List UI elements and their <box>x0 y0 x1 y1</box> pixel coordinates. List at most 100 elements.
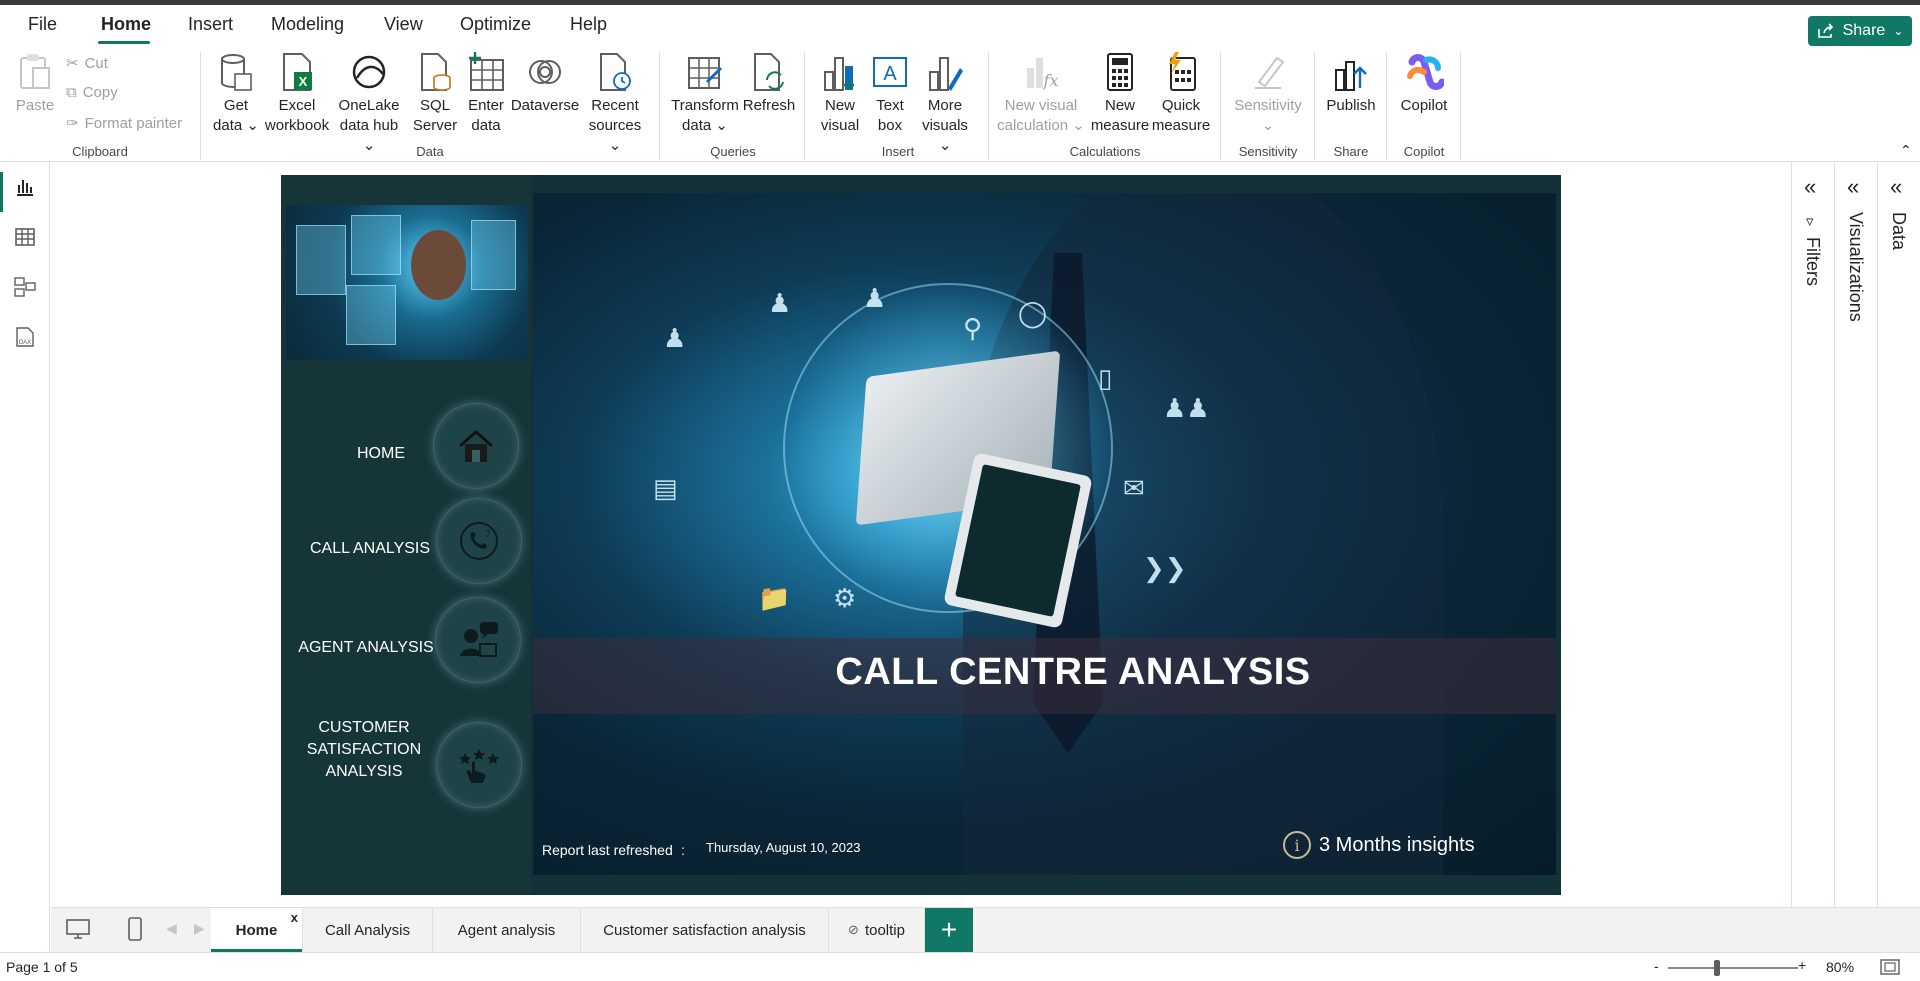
ribbon-separator <box>1386 52 1387 160</box>
menu-view[interactable]: View <box>384 14 423 35</box>
fit-to-page-icon[interactable] <box>1880 958 1900 979</box>
table-view-icon[interactable] <box>12 224 38 250</box>
nav-agent-analysis-button[interactable] <box>435 597 521 683</box>
get-data-button[interactable]: Get data ⌄ <box>208 50 264 136</box>
collapse-ribbon-icon[interactable]: ⌃ <box>1900 142 1912 159</box>
zoom-slider-thumb[interactable] <box>1714 960 1720 976</box>
chevrons-left-icon[interactable]: « <box>1890 174 1902 200</box>
data-pane[interactable]: « Data <box>1877 162 1920 907</box>
publish-button[interactable]: Publish <box>1320 50 1382 116</box>
menu-file[interactable]: File <box>28 14 57 35</box>
share-icon <box>1817 23 1833 38</box>
ribbon-separator <box>659 52 660 160</box>
nav-customer-satisfaction-label[interactable]: CUSTOMER SATISFACTION ANALYSIS <box>301 717 427 783</box>
page-tab-tooltip[interactable]: ⊘ tooltip <box>829 908 925 952</box>
new-visual-button[interactable]: New visual <box>814 50 866 136</box>
cut-button[interactable]: ✂ Cut <box>66 54 108 73</box>
scroll-left-icon[interactable]: ◀ <box>166 920 177 937</box>
sensitivity-button[interactable]: Sensitivity ⌄ <box>1226 50 1310 136</box>
onelake-label-2-text: data hub <box>339 117 399 134</box>
zoom-slider-track[interactable] <box>1668 967 1798 969</box>
refresh-label: Report last refreshed <box>542 842 673 858</box>
format-painter-button[interactable]: ✑ Format painter <box>66 114 183 133</box>
dataverse-button[interactable]: Dataverse <box>510 50 580 116</box>
menu-bar: File Home Insert Modeling View Optimize … <box>0 5 1920 46</box>
recent-label-2: sources ⌄ <box>588 117 642 154</box>
recent-label-1: Recent <box>591 97 639 114</box>
page-tab-customer-satisfaction[interactable]: Customer satisfaction analysis <box>581 908 829 952</box>
sql-server-icon <box>413 50 457 94</box>
nav-customer-satisfaction-button[interactable] <box>436 722 522 808</box>
nav-agent-analysis-label[interactable]: AGENT ANALYSIS <box>291 639 441 657</box>
paste-label: Paste <box>15 97 55 114</box>
dax-query-view-icon[interactable]: DAX <box>12 324 38 350</box>
page-tab-label: tooltip <box>864 921 905 939</box>
paste-button[interactable]: Paste <box>14 50 56 116</box>
filters-pane[interactable]: « ▿ Filters <box>1791 162 1834 907</box>
enter-data-label-2: data <box>471 117 501 134</box>
format-painter-label: Format painter <box>84 114 183 132</box>
onelake-button[interactable]: OneLake data hub ⌄ <box>332 50 406 156</box>
nav-call-analysis-button[interactable]: ? <box>436 498 522 584</box>
enter-data-button[interactable]: Enter data <box>462 50 510 136</box>
menu-insert[interactable]: Insert <box>188 14 233 35</box>
email-icon: ✉ <box>1123 473 1145 503</box>
quick-measure-icon <box>1159 50 1203 94</box>
menu-home[interactable]: Home <box>101 14 151 35</box>
location-pin-icon: ⚲ <box>963 313 983 343</box>
wifi-signal-icon: ❯❯ <box>1143 553 1187 583</box>
transform-data-button[interactable]: Transform data ⌄ <box>668 50 742 136</box>
sql-label-2: Server <box>412 117 458 134</box>
model-view-icon[interactable] <box>12 274 38 300</box>
excel-workbook-button[interactable]: X Excel workbook <box>262 50 332 136</box>
chevrons-left-icon[interactable]: « <box>1847 174 1859 200</box>
zoom-in-button[interactable]: + <box>1798 957 1806 973</box>
page-tab-agent-analysis[interactable]: Agent analysis <box>433 908 581 952</box>
hidden-eye-icon: ⊘ <box>848 922 859 937</box>
desktop-layout-icon[interactable] <box>65 918 91 945</box>
copilot-button[interactable]: Copilot <box>1392 50 1456 116</box>
chevrons-left-icon[interactable]: « <box>1804 174 1816 200</box>
menu-modeling[interactable]: Modeling <box>271 14 344 35</box>
more-visuals-button[interactable]: More visuals ⌄ <box>914 50 976 156</box>
nav-home-label[interactable]: HOME <box>311 445 451 463</box>
group-label-data: Data <box>416 144 444 159</box>
share-button[interactable]: Share ⌄ <box>1808 16 1912 46</box>
add-page-button[interactable]: + <box>925 908 973 952</box>
text-box-label-2: box <box>877 117 903 134</box>
nav-home-button[interactable] <box>433 403 519 489</box>
visualizations-pane[interactable]: « Visualizations <box>1834 162 1877 907</box>
recent-sources-button[interactable]: Recent sources ⌄ <box>582 50 648 156</box>
more-visuals-label-2-text: visuals <box>922 117 968 134</box>
group-label-sensitivity: Sensitivity <box>1238 144 1298 159</box>
insight-tooltip-trigger[interactable]: i 3 Months insights <box>1283 831 1475 859</box>
recent-sources-icon <box>593 50 637 94</box>
report-view-icon[interactable] <box>12 174 38 200</box>
new-visual-calculation-button[interactable]: fx New visual calculation ⌄ <box>996 50 1086 136</box>
mobile-layout-icon[interactable] <box>127 917 143 946</box>
data-label: Data <box>1889 212 1909 251</box>
nav-call-analysis-label[interactable]: CALL ANALYSIS <box>295 540 445 558</box>
user-icon: ♟ <box>863 283 887 313</box>
copilot-icon <box>1402 50 1446 94</box>
info-icon: i <box>1283 831 1311 859</box>
zoom-level[interactable]: 80% <box>1826 959 1854 975</box>
copy-button[interactable]: ⧉ Copy <box>66 84 118 101</box>
close-icon[interactable]: x <box>291 910 298 925</box>
page-indicator: Page 1 of 5 <box>6 959 78 975</box>
calculator-icon <box>1098 50 1142 94</box>
publish-icon <box>1329 50 1373 94</box>
refresh-button[interactable]: Refresh <box>740 50 798 116</box>
page-tab-label: Customer satisfaction analysis <box>603 921 806 939</box>
page-tab-home[interactable]: Home x <box>211 908 303 952</box>
menu-help[interactable]: Help <box>570 14 607 35</box>
scroll-right-icon[interactable]: ▶ <box>194 920 205 937</box>
quick-measure-button[interactable]: Quick measure <box>1150 50 1212 136</box>
zoom-out-button[interactable]: - <box>1654 958 1659 974</box>
page-tab-call-analysis[interactable]: Call Analysis <box>303 908 433 952</box>
new-measure-button[interactable]: New measure <box>1090 50 1150 136</box>
text-box-button[interactable]: A Text box <box>866 50 914 136</box>
new-visual-label-1: New <box>824 97 855 114</box>
menu-optimize[interactable]: Optimize <box>460 14 531 35</box>
sql-server-button[interactable]: SQL Server <box>408 50 462 136</box>
